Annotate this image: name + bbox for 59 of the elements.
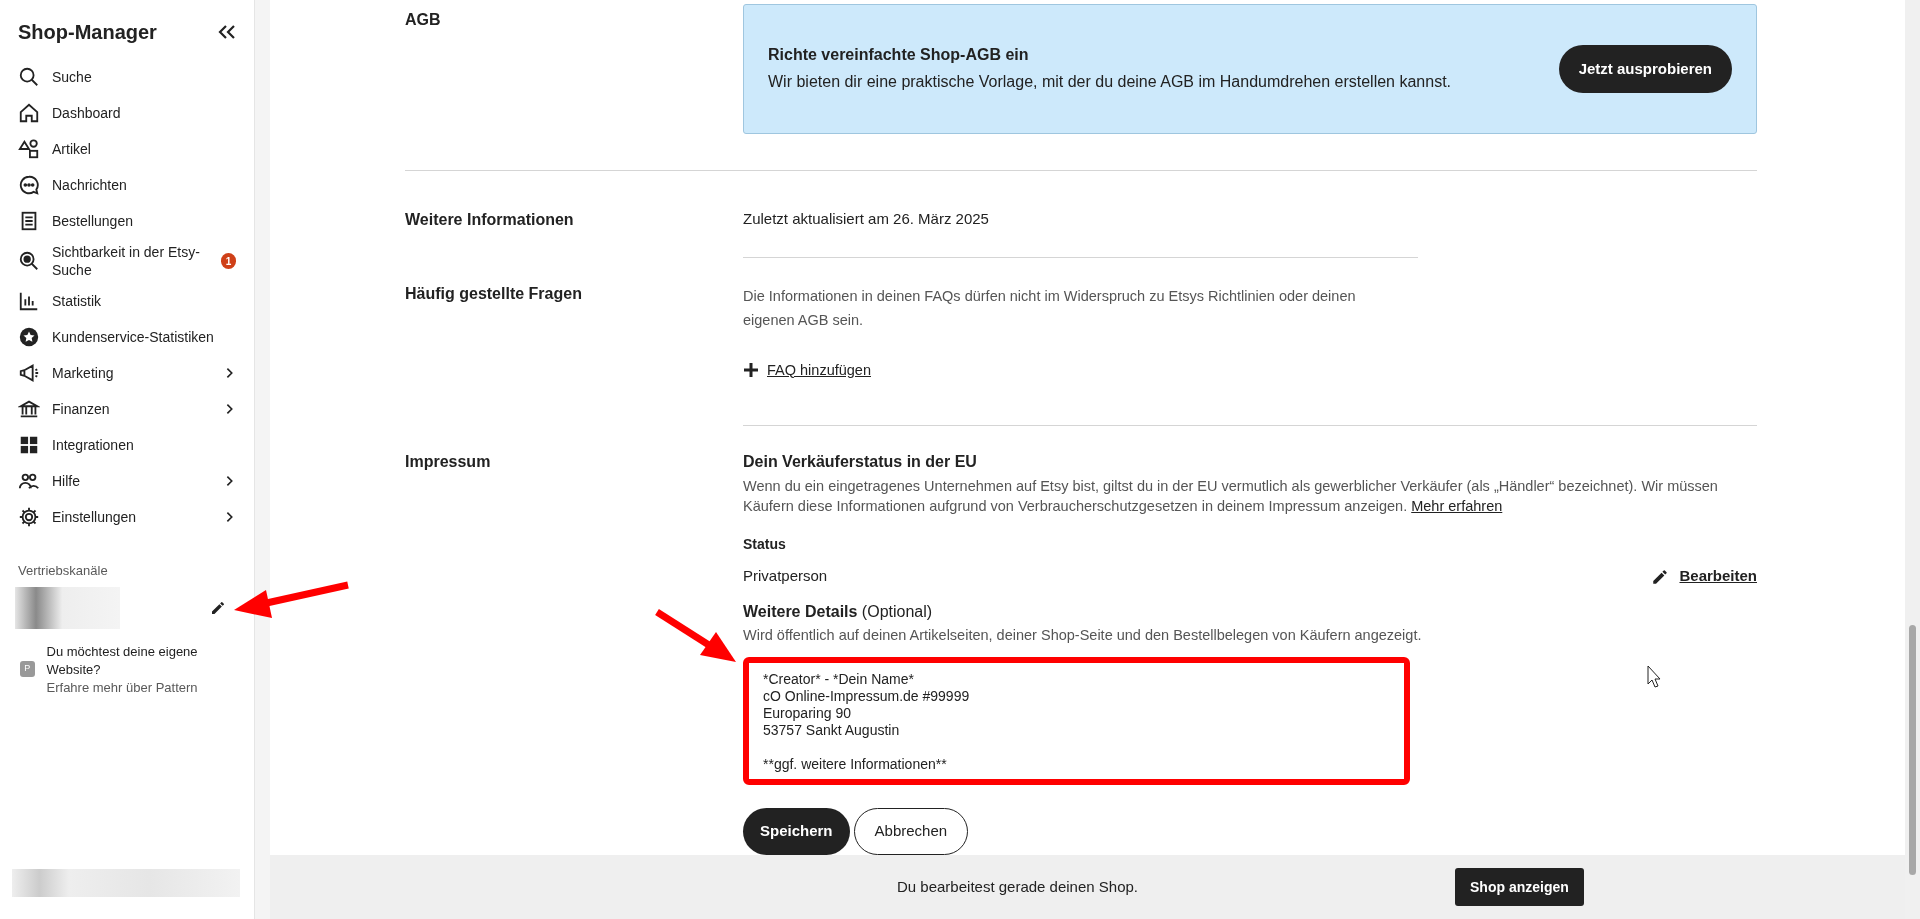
sidebar-item[interactable]: Hilfe [18, 463, 236, 499]
banner-title: Richte vereinfachte Shop-AGB ein [768, 45, 1030, 65]
mouse-cursor-icon [1647, 665, 1661, 688]
details-input-field[interactable]: *Creator* - *Dein Name* cO Online-Impressum.de #99999 Europaring 90 53757 Sankt Augustin **ggf. weitere Informationen** [743, 656, 1410, 785]
section-label: Impressum [405, 452, 491, 473]
add-faq-link[interactable]: FAQ hinzufügen [743, 359, 871, 382]
chat-bubble-icon [18, 174, 40, 196]
sidebar-item[interactable]: Kundenservice-Statistiken [18, 319, 236, 355]
sidebar-item[interactable]: Nachrichten [18, 167, 236, 203]
gear-icon [18, 506, 40, 528]
view-shop-button[interactable]: Shop anzeigen [1455, 868, 1584, 906]
collapse-icon[interactable] [218, 24, 236, 40]
shapes-icon [18, 138, 40, 160]
scrollbar[interactable] [1905, 0, 1920, 919]
section-heading: Dein Verkäuferstatus in der EU [743, 452, 978, 473]
cancel-button[interactable]: Abbrechen [853, 807, 969, 855]
updated-date: Zuletzt aktualisiert am 26. März 2025 [743, 209, 990, 229]
promo-link[interactable]: Erfahre mehr über Pattern [46, 678, 236, 697]
section-label: AGB [405, 10, 441, 30]
sidebar-item[interactable]: Integrationen [18, 427, 236, 463]
sidebar-item[interactable]: Artikel [18, 131, 236, 167]
banner-text: Wir bieten dir eine praktische Vorlage, mit der du deine AGB im Handumdrehen erstellen kannst. [768, 72, 1453, 92]
field-heading: Weitere Details (Optional) [743, 601, 934, 622]
notification-badge: 1 [221, 253, 236, 269]
status-value: Privatperson [743, 566, 828, 587]
magnifier-icon [18, 250, 40, 272]
seller-status-text: Wenn du ein eingetragenes Unternehmen auf Etsy bist, giltst du in der EU vermutlich als gewerblicher Verkäufer (als „Händler“ bezeichnet). Wir müssen Käufern diese Informationen aufgrund von Verbraucherschutzgesetzen in deinem Impressum anzeigen. Mehr erfahren [743, 477, 1719, 517]
sidebar-item[interactable]: Suche [18, 59, 236, 95]
faq-note: Die Informationen in deinen FAQs dürfen nicht im Widerspruch zu Etsys Richtlinien oder deinen eigenen AGB sein. [743, 286, 1357, 330]
pattern-logo: P [20, 660, 35, 677]
sidebar-item[interactable]: Statistik [18, 283, 236, 319]
sidebar-item[interactable]: Bestellungen [18, 203, 236, 239]
editing-notice: Du bearbeitest gerade deinen Shop. [897, 876, 1139, 897]
sidebar-item[interactable]: Dashboard [18, 95, 236, 131]
section-heading: Vertriebskanäle [18, 562, 109, 580]
sidebar-item[interactable]: Einstellungen [18, 499, 236, 535]
search-icon [18, 66, 40, 88]
sidebar-title: Shop-Manager [18, 20, 157, 45]
pencil-icon[interactable] [210, 599, 226, 616]
edit-link[interactable]: Bearbeiten [1651, 565, 1757, 588]
field-label: Status [743, 535, 787, 555]
try-button[interactable]: Jetzt ausprobieren [1558, 45, 1732, 93]
star-badge-icon [18, 326, 40, 348]
sidebar-item[interactable]: Finanzen [18, 391, 236, 427]
section-label: Weitere Informationen [405, 210, 574, 230]
grid-icon [18, 434, 40, 456]
section-label: Häufig gestellte Fragen [405, 283, 582, 304]
save-button[interactable]: Speichern [743, 807, 850, 855]
bank-icon [18, 398, 40, 420]
megaphone-icon [18, 362, 40, 384]
sidebar-item[interactable]: Sichtbarkeit in der Etsy-Suche 1 [18, 239, 236, 283]
house-icon [18, 102, 40, 124]
pencil-icon [1651, 567, 1670, 586]
field-hint: Wird öffentlich auf deinen Artikelseiten, deiner Shop-Seite und den Bestellbelegen von Käufern angezeigt. [743, 625, 1422, 645]
sidebar-item[interactable]: Marketing [18, 355, 236, 391]
learn-more-link[interactable]: Mehr erfahren [1411, 498, 1503, 515]
bar-chart-icon [18, 290, 40, 312]
plus-icon [743, 362, 759, 379]
promo-text: Du möchtest deine eigene Website? [46, 642, 199, 679]
